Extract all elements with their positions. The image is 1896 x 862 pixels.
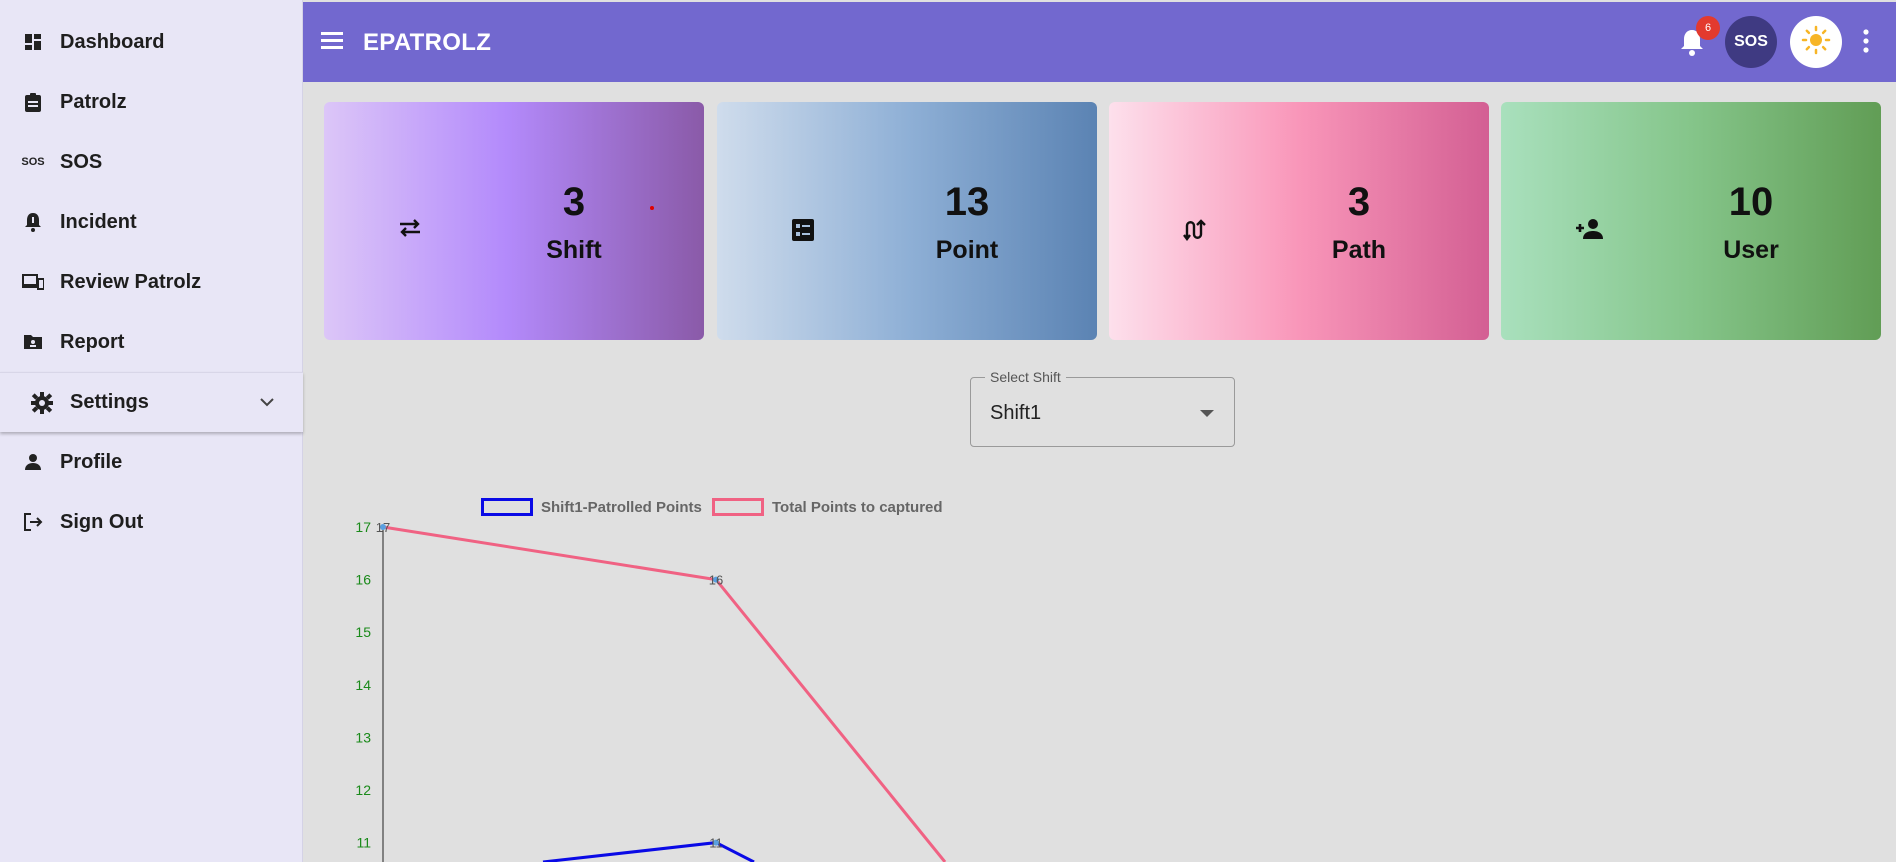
data-label: 16 bbox=[709, 573, 723, 588]
sidebar-item-label: Sign Out bbox=[60, 510, 144, 533]
sos-icon: SOS bbox=[21, 156, 45, 168]
devices-icon bbox=[22, 271, 44, 293]
y-tick-label: 16 bbox=[355, 572, 371, 588]
series-line-total bbox=[382, 525, 947, 862]
alarm-bell-icon bbox=[22, 211, 44, 233]
logout-icon bbox=[22, 511, 44, 533]
y-tick-label: 17 bbox=[355, 519, 371, 535]
red-dot bbox=[650, 206, 654, 210]
checklist-icon bbox=[791, 218, 815, 247]
stat-value: 3 bbox=[1347, 180, 1371, 224]
y-tick-label: 11 bbox=[356, 835, 371, 851]
chart-plot: 17 16 15 14 13 12 11 17 16 11 bbox=[355, 519, 947, 862]
path-stat-card[interactable]: 3 Path bbox=[1109, 102, 1489, 340]
chevron-down-icon[interactable] bbox=[259, 395, 275, 413]
clipboard-icon bbox=[22, 91, 44, 113]
dropdown-arrow-icon bbox=[1200, 410, 1214, 417]
sidebar-item-label: Profile bbox=[60, 450, 123, 473]
dashboard-icon bbox=[22, 31, 44, 53]
person-add-icon bbox=[1575, 218, 1605, 245]
sidebar-item-label: Patrolz bbox=[60, 90, 127, 113]
y-tick-label: 13 bbox=[355, 729, 371, 745]
sidebar-item-label: Settings bbox=[70, 391, 149, 413]
sidebar-item-label: Incident bbox=[60, 210, 137, 233]
stat-label: Point bbox=[935, 236, 999, 264]
shift-stat-card[interactable]: 3 Shift bbox=[324, 102, 704, 340]
theme-toggle-button[interactable] bbox=[1790, 16, 1842, 68]
y-tick-label: 15 bbox=[355, 624, 371, 640]
sidebar-item-patrolz[interactable]: Patrolz bbox=[0, 72, 303, 132]
data-label: 11 bbox=[709, 836, 723, 851]
stat-label: Shift bbox=[546, 236, 602, 264]
report-folder-icon bbox=[22, 331, 44, 353]
sidebar-item-label: SOS bbox=[60, 150, 103, 173]
sidebar-item-dashboard[interactable]: Dashboard bbox=[0, 12, 303, 72]
swap-arrows-icon bbox=[398, 218, 422, 243]
stat-value: 13 bbox=[944, 180, 990, 224]
route-icon bbox=[1183, 218, 1207, 247]
sidebar: Dashboard Patrolz SOS SOS Incident Revie… bbox=[0, 0, 303, 862]
hamburger-menu-icon[interactable] bbox=[321, 30, 345, 55]
sidebar-item-label: Review Patrolz bbox=[60, 270, 202, 293]
y-tick-label: 12 bbox=[355, 782, 371, 798]
shift-select-label: Select Shift bbox=[985, 369, 1066, 385]
more-vert-icon[interactable] bbox=[1861, 28, 1871, 59]
notification-badge: 6 bbox=[1696, 16, 1720, 40]
stat-value: 3 bbox=[562, 180, 586, 224]
sidebar-item-report[interactable]: Report bbox=[0, 312, 303, 372]
shift-points-chart: Shift1-Patrolled Points Total Points to … bbox=[303, 470, 1896, 862]
sidebar-item-settings[interactable]: Settings bbox=[0, 372, 303, 432]
point-stat-card[interactable]: 13 Point bbox=[717, 102, 1097, 340]
shift-select-value: Shift1 bbox=[990, 402, 1042, 424]
stat-label: Path bbox=[1331, 236, 1387, 264]
app-header: EPATROLZ 6 SOS bbox=[303, 2, 1896, 82]
y-tick-label: 14 bbox=[355, 677, 371, 693]
data-label: 17 bbox=[376, 520, 390, 535]
gear-icon bbox=[31, 392, 53, 414]
person-icon bbox=[22, 451, 44, 473]
sidebar-item-label: Dashboard bbox=[60, 30, 165, 53]
stat-label: User bbox=[1723, 236, 1779, 264]
sidebar-item-profile[interactable]: Profile bbox=[0, 432, 303, 492]
sun-icon bbox=[1801, 25, 1831, 60]
user-stat-card[interactable]: 10 User bbox=[1501, 102, 1881, 340]
sos-button[interactable]: SOS bbox=[1725, 16, 1777, 68]
sidebar-item-sos[interactable]: SOS SOS bbox=[0, 132, 303, 192]
shift-select[interactable]: Select Shift Shift1 bbox=[970, 369, 1235, 447]
app-title: EPATROLZ bbox=[363, 29, 492, 56]
sidebar-item-sign-out[interactable]: Sign Out bbox=[0, 492, 303, 552]
stat-value: 10 bbox=[1728, 180, 1774, 224]
sidebar-item-incident[interactable]: Incident bbox=[0, 192, 303, 252]
sidebar-item-label: Report bbox=[60, 330, 125, 353]
sidebar-item-review-patrolz[interactable]: Review Patrolz bbox=[0, 252, 303, 312]
